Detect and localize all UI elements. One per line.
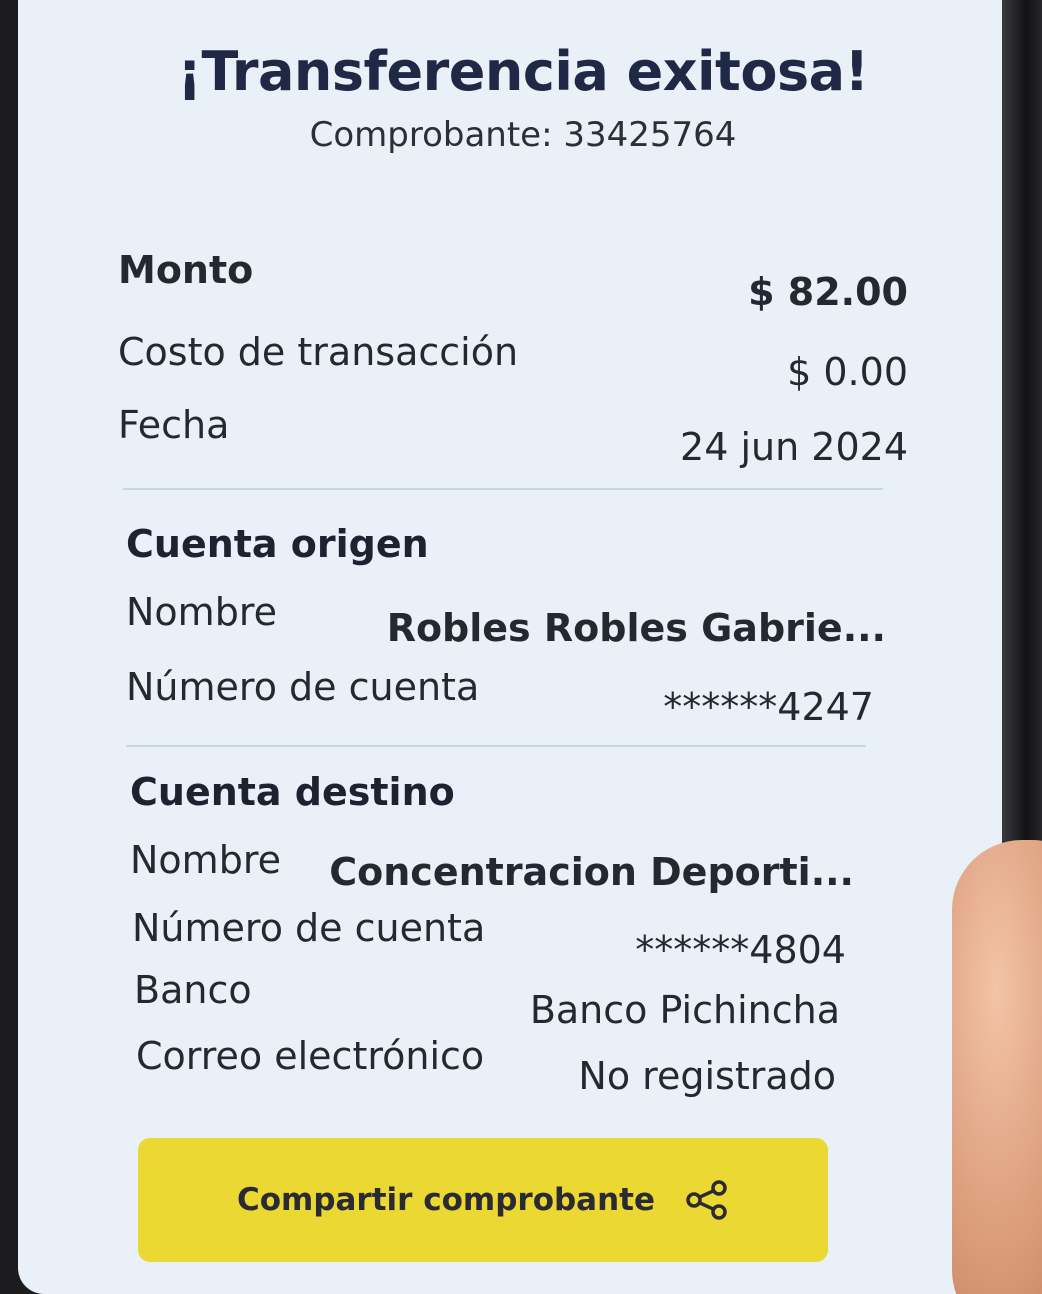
phone-photo: ¡Transferencia exitosa! Comprobante: 334… bbox=[0, 0, 1042, 1294]
date-value: 24 jun 2024 bbox=[680, 425, 908, 469]
divider bbox=[126, 745, 866, 747]
origin-name-value: Robles Robles Gabrie... bbox=[386, 606, 886, 650]
destination-name-label: Nombre bbox=[130, 838, 281, 882]
destination-name-value: Concentracion Deporti... bbox=[329, 850, 854, 894]
destination-email-value: No registrado bbox=[578, 1054, 836, 1098]
divider bbox=[123, 488, 883, 490]
fee-value: $ 0.00 bbox=[787, 350, 908, 394]
origin-account-label: Número de cuenta bbox=[126, 665, 480, 709]
share-receipt-label: Compartir comprobante bbox=[236, 1182, 656, 1218]
destination-bank-value: Banco Pichincha bbox=[529, 988, 840, 1032]
origin-account-value: ******4247 bbox=[663, 685, 874, 729]
destination-section-title: Cuenta destino bbox=[130, 770, 455, 814]
destination-email-label: Correo electrónico bbox=[136, 1034, 485, 1078]
receipt-screen: ¡Transferencia exitosa! Comprobante: 334… bbox=[18, 0, 1028, 1294]
destination-account-label: Número de cuenta bbox=[132, 906, 486, 950]
fee-label: Costo de transacción bbox=[118, 330, 519, 374]
share-icon bbox=[685, 1180, 729, 1220]
destination-bank-label: Banco bbox=[134, 968, 252, 1012]
origin-name-label: Nombre bbox=[126, 590, 277, 634]
amount-label: Monto bbox=[118, 248, 254, 292]
date-label: Fecha bbox=[118, 403, 230, 447]
page-title: ¡Transferencia exitosa! bbox=[177, 40, 869, 103]
receipt-number: Comprobante: 33425764 bbox=[309, 115, 737, 155]
amount-value: $ 82.00 bbox=[748, 270, 908, 314]
thumb bbox=[952, 840, 1042, 1294]
share-receipt-button[interactable]: Compartir comprobante bbox=[138, 1138, 828, 1262]
destination-account-value: ******4804 bbox=[635, 928, 846, 972]
origin-section-title: Cuenta origen bbox=[126, 522, 429, 566]
